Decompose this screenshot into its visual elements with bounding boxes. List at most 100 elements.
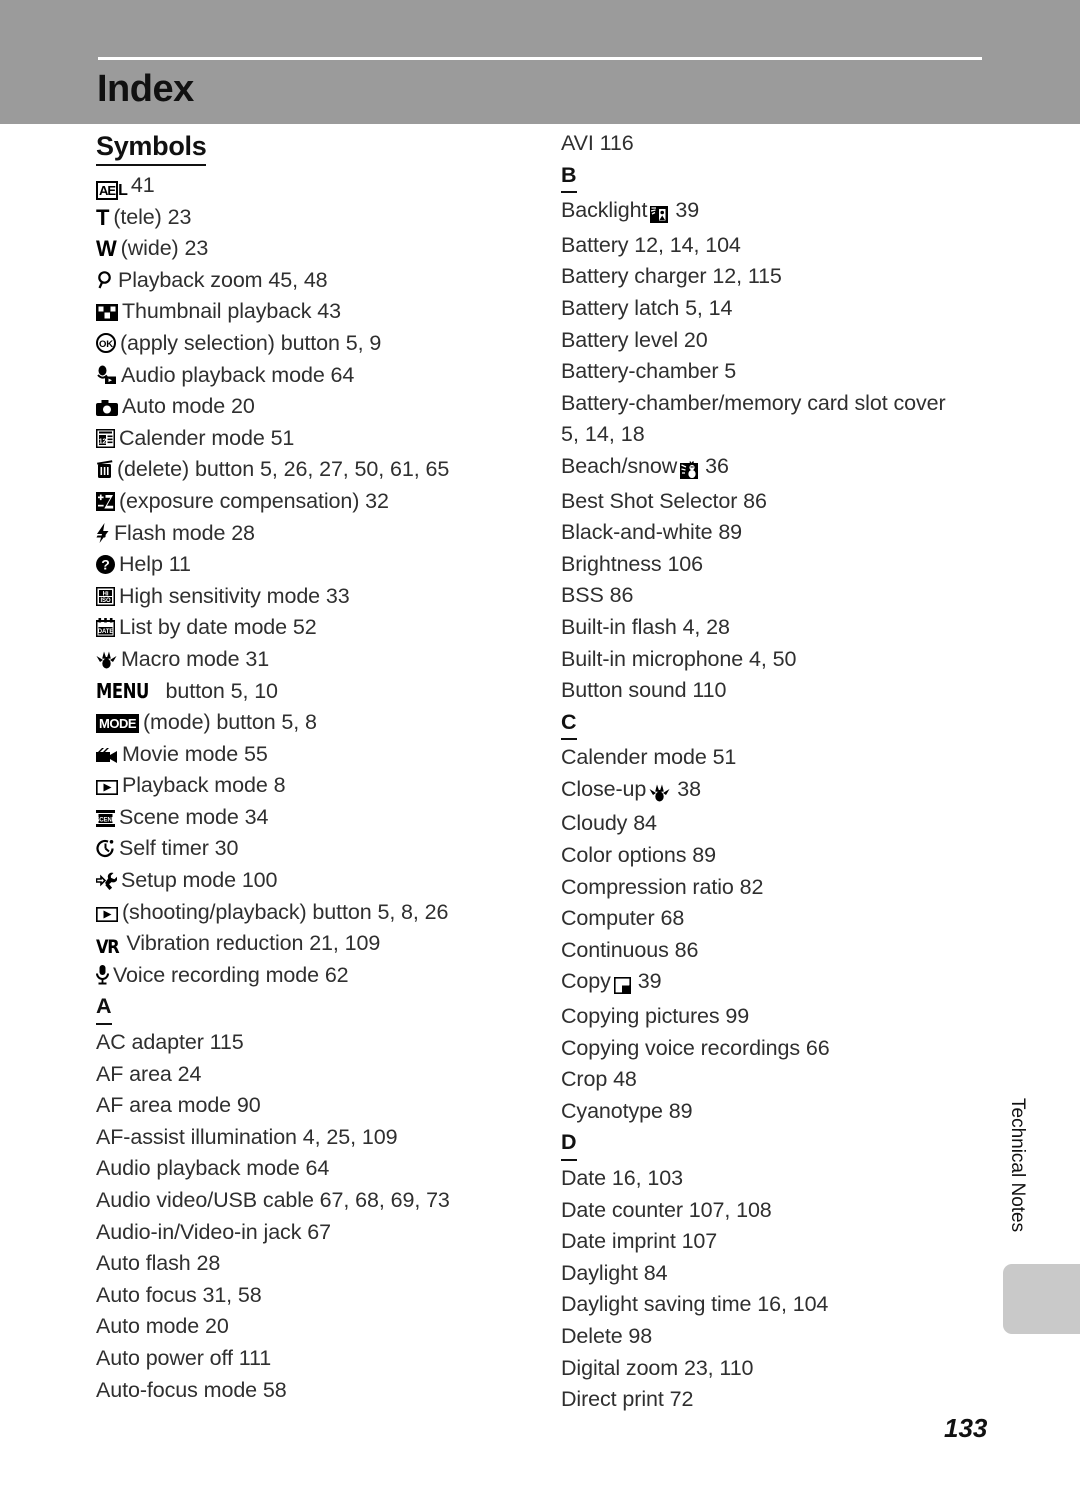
index-entry-text: Setup mode 100	[121, 868, 278, 893]
index-entry-text: Digital zoom 23, 110	[561, 1355, 754, 1380]
index-entry: AVI 116	[561, 128, 991, 160]
index-entry: Audio playback mode 64	[96, 360, 526, 392]
index-entry: Brightness 106	[561, 549, 991, 581]
trash-icon	[97, 460, 113, 479]
index-entry-text: Macro mode 31	[121, 646, 270, 671]
side-tab-label: Technical Notes	[1007, 1098, 1028, 1233]
index-entry: Digital zoom 23, 110	[561, 1353, 991, 1385]
index-entry-text: Scene mode 34	[119, 804, 269, 829]
svg-text:SCENE: SCENE	[96, 817, 115, 823]
index-entry-pages: 39	[675, 198, 700, 223]
index-entry-text: Button sound 110	[561, 678, 727, 703]
index-section-letter-label: A	[96, 991, 112, 1026]
index-entry-text: Audio playback mode 64	[96, 1156, 330, 1181]
index-entry: AC adapter 115	[96, 1027, 526, 1059]
index-entry: Backlight 39	[561, 195, 991, 230]
index-entry-text: List by date mode 52	[119, 615, 317, 640]
index-entry: AF area 24	[96, 1059, 526, 1091]
svg-text:DATE: DATE	[98, 630, 114, 636]
index-entry-text: Battery latch 5, 14	[561, 295, 733, 320]
index-entry-text: Audio playback mode 64	[121, 362, 355, 387]
index-entry: MENU button 5, 10	[96, 676, 526, 708]
index-entry: Thumbnail playback 43	[96, 296, 526, 328]
index-entry-pages: 36	[705, 453, 729, 478]
index-entry: Auto mode 20	[96, 1311, 526, 1343]
index-entry: Copying pictures 99	[561, 1001, 991, 1033]
index-entry-text: (tele) 23	[113, 204, 192, 229]
index-entry: Battery 12, 14, 104	[561, 230, 991, 262]
index-entry: Auto power off 111	[96, 1343, 526, 1375]
index-entry: (shooting/playback) button 5, 8, 26	[95, 897, 526, 929]
index-entry-text: Movie mode 55	[122, 741, 268, 766]
index-entry: Button sound 110	[561, 675, 991, 707]
index-entry-text: (exposure compensation) 32	[119, 488, 389, 513]
index-entry: Battery latch 5, 14	[561, 293, 991, 325]
index-entry-text: Best Shot Selector 86	[561, 488, 767, 513]
index-entry-text: Cyanotype 89	[561, 1098, 693, 1123]
index-entry: OK (apply selection) button 5, 9	[96, 328, 526, 360]
index-entry-text: Compression ratio 82	[561, 874, 764, 899]
index-entry: Crop 48	[561, 1064, 991, 1096]
index-entry-text: Continuous 86	[561, 937, 699, 962]
index-entry-text: 5, 14, 18	[561, 422, 645, 447]
index-entry-text: (wide) 23	[120, 236, 209, 261]
index-entry-text: Vibration reduction 21, 109	[126, 931, 381, 956]
help-question-icon: ?	[96, 555, 115, 575]
movie-camera-icon	[96, 747, 117, 763]
index-entry-continuation: 5, 14, 18	[561, 419, 991, 451]
index-section-letter-label: B	[561, 160, 577, 194]
index-entry-text: High sensitivity mode 33	[119, 583, 350, 608]
index-entry-text: Auto focus 31, 58	[96, 1282, 262, 1307]
index-entry: Color options 89	[561, 840, 991, 872]
index-entry: Audio video/USB cable 67, 68, 69, 73	[96, 1185, 526, 1217]
index-entry: W (wide) 23	[96, 233, 526, 265]
index-entry: Auto mode 20	[96, 391, 526, 423]
index-entry-text: AF area 24	[96, 1061, 202, 1086]
index-entry: Copying voice recordings 66	[561, 1033, 991, 1065]
index-section-heading: Symbols	[96, 128, 526, 170]
camera-auto-icon	[96, 400, 118, 417]
index-entry: Battery-chamber 5	[561, 356, 991, 388]
index-entry: DATE List by date mode 52	[95, 612, 526, 644]
index-entry-text: Playback zoom 45, 48	[118, 267, 328, 292]
microphone-icon	[96, 964, 109, 985]
index-entry: SCENE Scene mode 34	[95, 802, 526, 834]
index-section-letter: A	[96, 991, 526, 1027]
side-tab-block	[1003, 1264, 1080, 1334]
index-entry: Daylight 84	[561, 1258, 991, 1290]
index-entry: AF area mode 90	[96, 1090, 526, 1122]
hi-iso-icon: HiISO	[95, 586, 116, 607]
self-timer-icon	[96, 840, 114, 858]
index-entry-text: Built-in microphone 4, 50	[561, 646, 797, 671]
index-entry-text: (apply selection) button 5, 9	[120, 330, 382, 355]
index-entry: Black-and-white 89	[561, 517, 991, 549]
index-entry: T (tele) 23	[96, 202, 526, 234]
backlight-icon	[650, 206, 669, 224]
index-entry-text: AC adapter 115	[96, 1030, 244, 1055]
index-entry: Auto-focus mode 58	[96, 1375, 526, 1407]
index-entry-text: Daylight 84	[561, 1260, 668, 1285]
index-entry: Battery level 20	[561, 325, 991, 357]
index-entry: Voice recording mode 62	[96, 960, 526, 992]
index-section-letter-label: D	[561, 1127, 577, 1161]
index-entry: Calender mode 51	[561, 742, 991, 774]
index-entry: Built-in microphone 4, 50	[561, 644, 991, 676]
header-divider-rule	[98, 57, 982, 60]
index-entry-text: Copying voice recordings 66	[561, 1035, 830, 1060]
playback-triangle-icon	[95, 779, 119, 796]
index-entry-text: Beach/snow	[561, 453, 678, 478]
index-entry-text: Audio video/USB cable 67, 68, 69, 73	[96, 1188, 450, 1212]
index-entry: 12 Calender mode 51	[95, 423, 526, 455]
menu-button-icon: MENU	[96, 678, 149, 703]
index-section-letter: D	[561, 1127, 991, 1163]
index-entry: Close-up 38	[561, 774, 991, 809]
index-entry: Movie mode 55	[96, 739, 526, 771]
index-entry: BSS 86	[561, 580, 991, 612]
index-entry-text: button 5, 10	[165, 678, 278, 703]
index-entry-text: Battery 12, 14, 104	[561, 232, 741, 257]
index-entry: Best Shot Selector 86	[561, 486, 991, 518]
index-entry: Battery charger 12, 115	[561, 261, 991, 293]
index-column-right: AVI 116 B Backlight 39 Battery 12, 14, 104 Ba…	[561, 128, 991, 1416]
index-entry-text: Close-up	[561, 776, 647, 801]
index-entry-text: Help 11	[119, 552, 191, 577]
